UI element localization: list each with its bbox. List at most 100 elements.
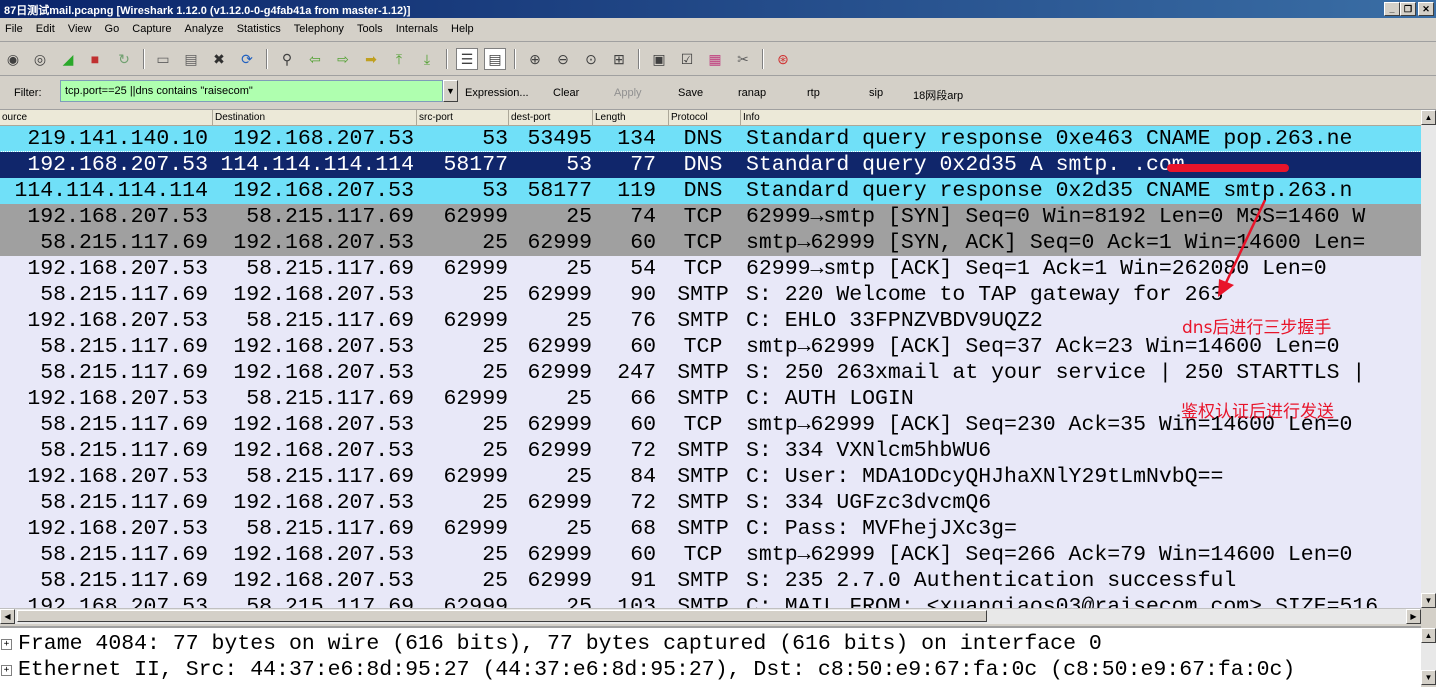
packet-length: 103 [617,595,656,608]
packet-row[interactable]: 192.168.207.53 58.215.117.69 62999 25 68 SMTP… [0,516,1421,542]
coloring-rules-icon[interactable]: ▦ [704,48,726,70]
capture-filters-icon[interactable]: ▣ [648,48,670,70]
detail-ethernet-row[interactable]: + Ethernet II, Src: 44:37:e6:8d:95:27 (4… [0,657,1421,683]
column-src-port[interactable]: src-port [417,110,509,125]
packet-info: C: User: MDA1ODcyQHJhaXNlY29tLmNvbQ== [746,465,1224,489]
display-filters-icon[interactable]: ☑ [676,48,698,70]
colorize-icon[interactable]: ☰ [456,48,478,70]
packet-row[interactable]: 192.168.207.53 58.215.117.69 62999 25 103 SMT… [0,594,1421,608]
menu-file[interactable]: File [0,19,28,35]
scroll-left-icon[interactable]: ◀ [0,609,15,624]
detail-frame-row[interactable]: + Frame 4084: 77 bytes on wire (616 bits… [0,631,1421,657]
packet-dest-port: 53 [566,153,592,177]
preferences-icon[interactable]: ✂ [732,48,754,70]
menu-tools[interactable]: Tools [352,19,388,35]
go-back-icon[interactable]: ⇦ [304,48,326,70]
zoom-normal-icon[interactable]: ⊙ [580,48,602,70]
find-packet-icon[interactable]: ⚲ [276,48,298,70]
expand-icon[interactable]: + [1,665,12,676]
go-last-icon[interactable]: ⤓ [416,48,438,70]
packet-list-vscroll[interactable]: ▲ ▼ [1421,110,1436,608]
ranap-filter-button[interactable]: ranap [738,87,766,99]
annotation-arrow [1218,199,1267,297]
column-destination[interactable]: Destination [213,110,417,125]
window-title: 87日测试mail.pcapng [Wireshark 1.12.0 (v1.1… [4,5,411,17]
arp-filter-button[interactable]: 18网段arp [913,87,963,103]
menu-edit[interactable]: Edit [31,19,60,35]
packet-protocol: TCP [683,231,723,255]
packet-row[interactable]: 192.168.207.53 58.215.117.69 62999 25 74 TCP 6… [0,204,1421,230]
capture-options-icon[interactable]: ◎ [29,48,51,70]
menu-internals[interactable]: Internals [391,19,443,35]
close-button[interactable]: ✕ [1418,2,1434,16]
packet-row[interactable]: 58.215.117.69 192.168.207.53 25 62999 72 SMTP… [0,490,1421,516]
expand-icon[interactable]: + [1,639,12,650]
filter-dropdown-button[interactable]: ▼ [443,80,458,102]
packet-src-port: 25 [482,569,508,593]
sip-filter-button[interactable]: sip [869,87,883,99]
zoom-in-icon[interactable]: ⊕ [524,48,546,70]
scroll-right-icon[interactable]: ▶ [1406,609,1421,624]
menu-analyze[interactable]: Analyze [180,19,229,35]
help-icon[interactable]: ⊛ [772,48,794,70]
scroll-up-icon[interactable]: ▲ [1421,628,1436,643]
scroll-down-icon[interactable]: ▼ [1421,670,1436,685]
menu-telephony[interactable]: Telephony [289,19,349,35]
start-capture-icon[interactable]: ◢ [57,48,79,70]
restart-capture-icon[interactable]: ↻ [113,48,135,70]
go-first-icon[interactable]: ⤒ [388,48,410,70]
packet-row[interactable]: 58.215.117.69 192.168.207.53 25 62999 72 SMTP… [0,438,1421,464]
menu-help[interactable]: Help [446,19,479,35]
column-protocol[interactable]: Protocol [669,110,741,125]
column-info[interactable]: Info [741,110,1421,125]
packet-source: 192.168.207.53 [27,517,208,541]
rtp-filter-button[interactable]: rtp [807,87,820,99]
close-file-icon[interactable]: ✖ [208,48,230,70]
menu-view[interactable]: View [63,19,97,35]
zoom-out-icon[interactable]: ⊖ [552,48,574,70]
packet-row[interactable]: 192.168.207.53 58.215.117.69 62999 25 84 SMTP… [0,464,1421,490]
auto-scroll-icon[interactable]: ▤ [484,48,506,70]
filter-input[interactable]: tcp.port==25 ||dns contains "raisecom" [60,80,443,102]
packet-destination: 192.168.207.53 [233,283,414,307]
scroll-up-icon[interactable]: ▲ [1421,110,1436,125]
minimize-button[interactable]: _ [1384,2,1400,16]
packet-protocol: SMTP [677,595,729,608]
clear-button[interactable]: Clear [553,87,579,99]
menu-statistics[interactable]: Statistics [232,19,286,35]
packet-row[interactable]: 114.114.114.114 192.168.207.53 53 58177 119 D… [0,178,1421,204]
hscroll-thumb[interactable] [17,610,987,622]
packet-row[interactable]: 58.215.117.69 192.168.207.53 25 62999 60 TCP s… [0,230,1421,256]
packet-row[interactable]: 192.168.207.53 58.215.117.69 62999 25 54 TCP 6… [0,256,1421,282]
column-dest-port[interactable]: dest-port [509,110,593,125]
packet-destination: 114.114.114.114 [220,153,414,177]
packet-protocol: TCP [683,543,723,567]
save-button[interactable]: Save [678,87,703,99]
column-length[interactable]: Length [593,110,669,125]
packet-list[interactable]: 219.141.140.10 192.168.207.53 53 53495 134 DN… [0,126,1421,608]
packet-row[interactable]: 219.141.140.10 192.168.207.53 53 53495 134 DN… [0,126,1421,152]
interface-list-icon[interactable]: ◉ [2,48,24,70]
menu-capture[interactable]: Capture [127,19,176,35]
packet-row[interactable]: 58.215.117.69 192.168.207.53 25 62999 90 SMTP… [0,282,1421,308]
stop-capture-icon[interactable]: ■ [84,48,106,70]
expression-button[interactable]: Expression... [465,87,529,99]
go-to-packet-icon[interactable]: ➡ [360,48,382,70]
packet-list-hscroll[interactable]: ◀ ▶ [0,608,1421,624]
go-forward-icon[interactable]: ⇨ [332,48,354,70]
apply-button[interactable]: Apply [614,87,642,99]
scroll-down-icon[interactable]: ▼ [1421,593,1436,608]
packet-row[interactable]: 58.215.117.69 192.168.207.53 25 62999 60 TCP s… [0,542,1421,568]
menu-go[interactable]: Go [100,19,125,35]
open-file-icon[interactable]: ▭ [152,48,174,70]
save-file-icon[interactable]: ▤ [180,48,202,70]
column-source[interactable]: ource [0,110,213,125]
packet-destination: 192.168.207.53 [233,569,414,593]
reload-file-icon[interactable]: ⟳ [236,48,258,70]
resize-columns-icon[interactable]: ⊞ [608,48,630,70]
packet-row[interactable]: 58.215.117.69 192.168.207.53 25 62999 91 SMTP… [0,568,1421,594]
details-vscroll[interactable]: ▲ ▼ [1421,628,1436,685]
maximize-button[interactable]: ❐ [1400,2,1416,16]
packet-length: 76 [630,309,656,333]
packet-row[interactable]: 58.215.117.69 192.168.207.53 25 62999 247 SMT… [0,360,1421,386]
